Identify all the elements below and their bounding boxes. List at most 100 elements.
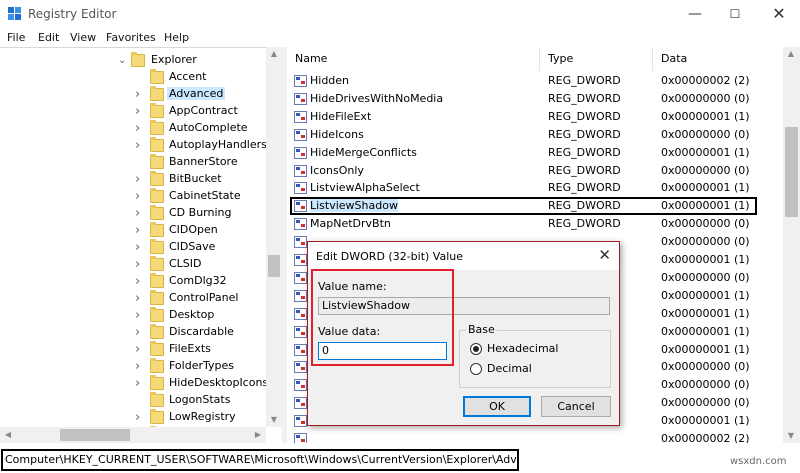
scroll-right-icon[interactable]: ▶ bbox=[250, 428, 266, 442]
dialog-close-icon[interactable]: ✕ bbox=[598, 246, 611, 264]
values-vertical-scrollbar[interactable]: ▲ ▼ bbox=[783, 47, 800, 443]
scroll-down-icon[interactable]: ▼ bbox=[266, 413, 282, 427]
column-header-data[interactable]: Data bbox=[653, 47, 783, 71]
key-tree[interactable]: ⌄ Explorer Accent › Advanced › AppContract › A… bbox=[0, 47, 282, 427]
tree-item-discardable[interactable]: › Discardable bbox=[0, 324, 266, 341]
scroll-thumb[interactable] bbox=[785, 127, 798, 217]
value-data: 0x00000000 (0) bbox=[661, 217, 750, 231]
tree-item-label: AutoComplete bbox=[169, 121, 248, 134]
tree-item-desktop[interactable]: › Desktop bbox=[0, 307, 266, 324]
tree-item-bannerstore[interactable]: BannerStore bbox=[0, 154, 266, 171]
chevron-right-icon[interactable]: › bbox=[135, 103, 145, 120]
value-data: 0x00000000 (0) bbox=[661, 235, 750, 249]
chevron-right-icon[interactable]: › bbox=[135, 222, 145, 239]
tree-item-controlpanel[interactable]: › ControlPanel bbox=[0, 290, 266, 307]
tree-item-foldertypes[interactable]: › FolderTypes bbox=[0, 358, 266, 375]
column-header-type[interactable]: Type bbox=[540, 47, 653, 71]
tree-item-advanced[interactable]: › Advanced bbox=[0, 86, 266, 103]
tree-item-cidsave[interactable]: › CIDSave bbox=[0, 239, 266, 256]
chevron-right-icon[interactable]: › bbox=[135, 171, 145, 188]
folder-icon bbox=[150, 392, 164, 407]
value-row[interactable]: MapNetDrvBtn REG_DWORD 0x00000000 (0) bbox=[287, 215, 767, 233]
scroll-left-icon[interactable]: ◀ bbox=[0, 428, 16, 442]
tree-item-logonstats[interactable]: LogonStats bbox=[0, 392, 266, 409]
ok-button[interactable]: OK bbox=[463, 396, 531, 417]
tree-item-label: HideDesktopIcons bbox=[169, 376, 269, 389]
chevron-right-icon[interactable]: › bbox=[135, 239, 145, 256]
value-data: 0x00000001 (1) bbox=[661, 324, 750, 338]
chevron-right-icon[interactable]: › bbox=[135, 86, 145, 103]
tree-item-autoplayhandlers[interactable]: › AutoplayHandlers bbox=[0, 137, 267, 154]
menu-view[interactable]: View bbox=[70, 31, 96, 44]
scroll-up-icon[interactable]: ▲ bbox=[783, 47, 799, 61]
minimize-icon[interactable]: — bbox=[682, 4, 708, 24]
tree-vertical-scrollbar[interactable]: ▲ ▼ bbox=[266, 47, 282, 427]
value-type: REG_DWORD bbox=[548, 74, 621, 87]
reg-dword-icon bbox=[294, 361, 307, 374]
value-row[interactable]: HideIcons REG_DWORD 0x00000000 (0) bbox=[287, 126, 767, 144]
value-row[interactable]: IconsOnly REG_DWORD 0x00000000 (0) bbox=[287, 162, 767, 180]
tree-item-bitbucket[interactable]: › BitBucket bbox=[0, 171, 266, 188]
value-data: 0x00000001 (1) bbox=[661, 109, 750, 123]
tree-item-comdlg32[interactable]: › ComDlg32 bbox=[0, 273, 266, 290]
chevron-right-icon[interactable]: › bbox=[135, 188, 145, 205]
column-header-name[interactable]: Name bbox=[287, 47, 540, 71]
tree-item-appcontract[interactable]: › AppContract bbox=[0, 103, 266, 120]
value-row[interactable]: ListviewAlphaSelect REG_DWORD 0x00000001 (… bbox=[287, 179, 767, 197]
chevron-right-icon[interactable]: › bbox=[135, 307, 145, 324]
value-name: Hidden bbox=[310, 74, 350, 87]
value-type: REG_DWORD bbox=[548, 127, 621, 141]
value-data: 0x00000001 (1) bbox=[661, 181, 750, 195]
menu-help[interactable]: Help bbox=[164, 31, 189, 44]
tree-item-cidopen[interactable]: › CIDOpen bbox=[0, 222, 266, 239]
radio-unchecked-icon[interactable] bbox=[470, 363, 482, 375]
chevron-right-icon[interactable]: › bbox=[135, 409, 145, 426]
tree-item-lowregistry[interactable]: › LowRegistry bbox=[0, 409, 266, 426]
value-row[interactable]: Hidden REG_DWORD 0x00000002 (2) bbox=[287, 72, 767, 90]
menu-file[interactable]: File bbox=[7, 31, 25, 44]
chevron-right-icon[interactable]: › bbox=[135, 358, 145, 375]
value-name: IconsOnly bbox=[310, 163, 364, 177]
cancel-button[interactable]: Cancel bbox=[541, 396, 611, 417]
reg-dword-icon bbox=[294, 218, 307, 231]
folder-icon bbox=[150, 205, 164, 220]
reg-dword-icon bbox=[294, 92, 307, 105]
chevron-right-icon[interactable]: › bbox=[135, 205, 145, 222]
chevron-right-icon[interactable]: › bbox=[135, 341, 145, 358]
status-path: Computer\HKEY_CURRENT_USER\SOFTWARE\Micr… bbox=[1, 449, 519, 471]
chevron-right-icon[interactable]: › bbox=[135, 290, 145, 307]
chevron-right-icon[interactable]: › bbox=[135, 256, 145, 273]
tree-item-cd-burning[interactable]: › CD Burning bbox=[0, 205, 266, 222]
value-row[interactable]: HideFileExt REG_DWORD 0x00000001 (1) bbox=[287, 108, 767, 126]
maximize-icon[interactable]: ☐ bbox=[722, 4, 748, 24]
value-data: 0x00000000 (0) bbox=[661, 360, 750, 374]
close-icon[interactable]: ✕ bbox=[766, 4, 792, 24]
tree-horizontal-scrollbar[interactable]: ◀ ▶ bbox=[0, 427, 266, 443]
base-groupbox: Base Hexadecimal Decimal bbox=[459, 323, 611, 388]
chevron-down-icon[interactable]: ⌄ bbox=[118, 52, 128, 69]
tree-item-cabinetstate[interactable]: › CabinetState bbox=[0, 188, 266, 205]
value-data: 0x00000001 (1) bbox=[661, 145, 750, 159]
scroll-up-icon[interactable]: ▲ bbox=[266, 47, 282, 61]
folder-icon bbox=[150, 120, 164, 135]
menu-edit[interactable]: Edit bbox=[38, 31, 59, 44]
tree-item-clsid[interactable]: › CLSID bbox=[0, 256, 266, 273]
chevron-right-icon[interactable]: › bbox=[135, 375, 145, 392]
menu-favorites[interactable]: Favorites bbox=[106, 31, 156, 44]
tree-item-accent[interactable]: Accent bbox=[0, 69, 266, 86]
scroll-thumb[interactable] bbox=[268, 255, 280, 277]
chevron-right-icon[interactable]: › bbox=[135, 137, 145, 154]
chevron-right-icon[interactable]: › bbox=[135, 273, 145, 290]
scroll-thumb[interactable] bbox=[60, 429, 130, 441]
tree-item-hidedesktopicons[interactable]: › HideDesktopIcons bbox=[0, 375, 269, 392]
chevron-right-icon[interactable]: › bbox=[135, 324, 145, 341]
tree-item-explorer[interactable]: ⌄ Explorer bbox=[0, 52, 266, 69]
tree-item-autocomplete[interactable]: › AutoComplete bbox=[0, 120, 266, 137]
scroll-down-icon[interactable]: ▼ bbox=[783, 429, 799, 443]
radio-checked-icon[interactable] bbox=[470, 343, 482, 355]
tree-item-label: ControlPanel bbox=[169, 291, 239, 304]
value-row[interactable]: HideDrivesWithNoMedia REG_DWORD 0x00000000… bbox=[287, 90, 767, 108]
value-row[interactable]: HideMergeConflicts REG_DWORD 0x00000001 (1… bbox=[287, 144, 767, 162]
tree-item-fileexts[interactable]: › FileExts bbox=[0, 341, 266, 358]
chevron-right-icon[interactable]: › bbox=[135, 120, 145, 137]
